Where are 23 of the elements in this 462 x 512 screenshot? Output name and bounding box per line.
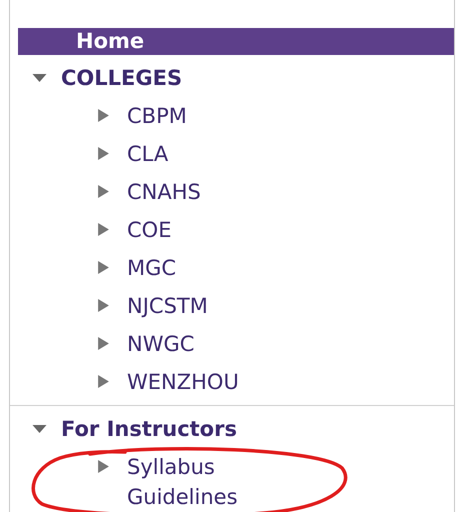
expand-icon[interactable]: [98, 460, 109, 473]
tree-item[interactable]: CLA: [127, 135, 297, 169]
tree-item[interactable]: MGC: [127, 249, 297, 283]
expand-icon[interactable]: [98, 337, 109, 350]
tree-item[interactable]: WENZHOU: [127, 363, 297, 397]
tree-item[interactable]: Syllabus Guidelines: [127, 448, 297, 512]
tree-item[interactable]: CNAHS: [127, 173, 297, 207]
expand-icon[interactable]: [98, 185, 109, 198]
tree-item[interactable]: COE: [127, 211, 297, 245]
expand-icon[interactable]: [98, 375, 109, 388]
home-link[interactable]: Home: [18, 28, 454, 55]
tree-item[interactable]: CBPM: [127, 97, 297, 131]
expand-icon[interactable]: [98, 223, 109, 236]
tree-item[interactable]: NJCSTM: [127, 287, 297, 321]
expand-icon[interactable]: [32, 74, 47, 82]
section-heading[interactable]: COLLEGES: [61, 66, 182, 90]
expand-icon[interactable]: [32, 425, 47, 433]
section-heading[interactable]: For Instructors: [61, 417, 237, 441]
expand-icon[interactable]: [98, 147, 109, 160]
expand-icon[interactable]: [98, 299, 109, 312]
tree-item[interactable]: NWGC: [127, 325, 297, 359]
expand-icon[interactable]: [98, 109, 109, 122]
expand-icon[interactable]: [98, 261, 109, 274]
